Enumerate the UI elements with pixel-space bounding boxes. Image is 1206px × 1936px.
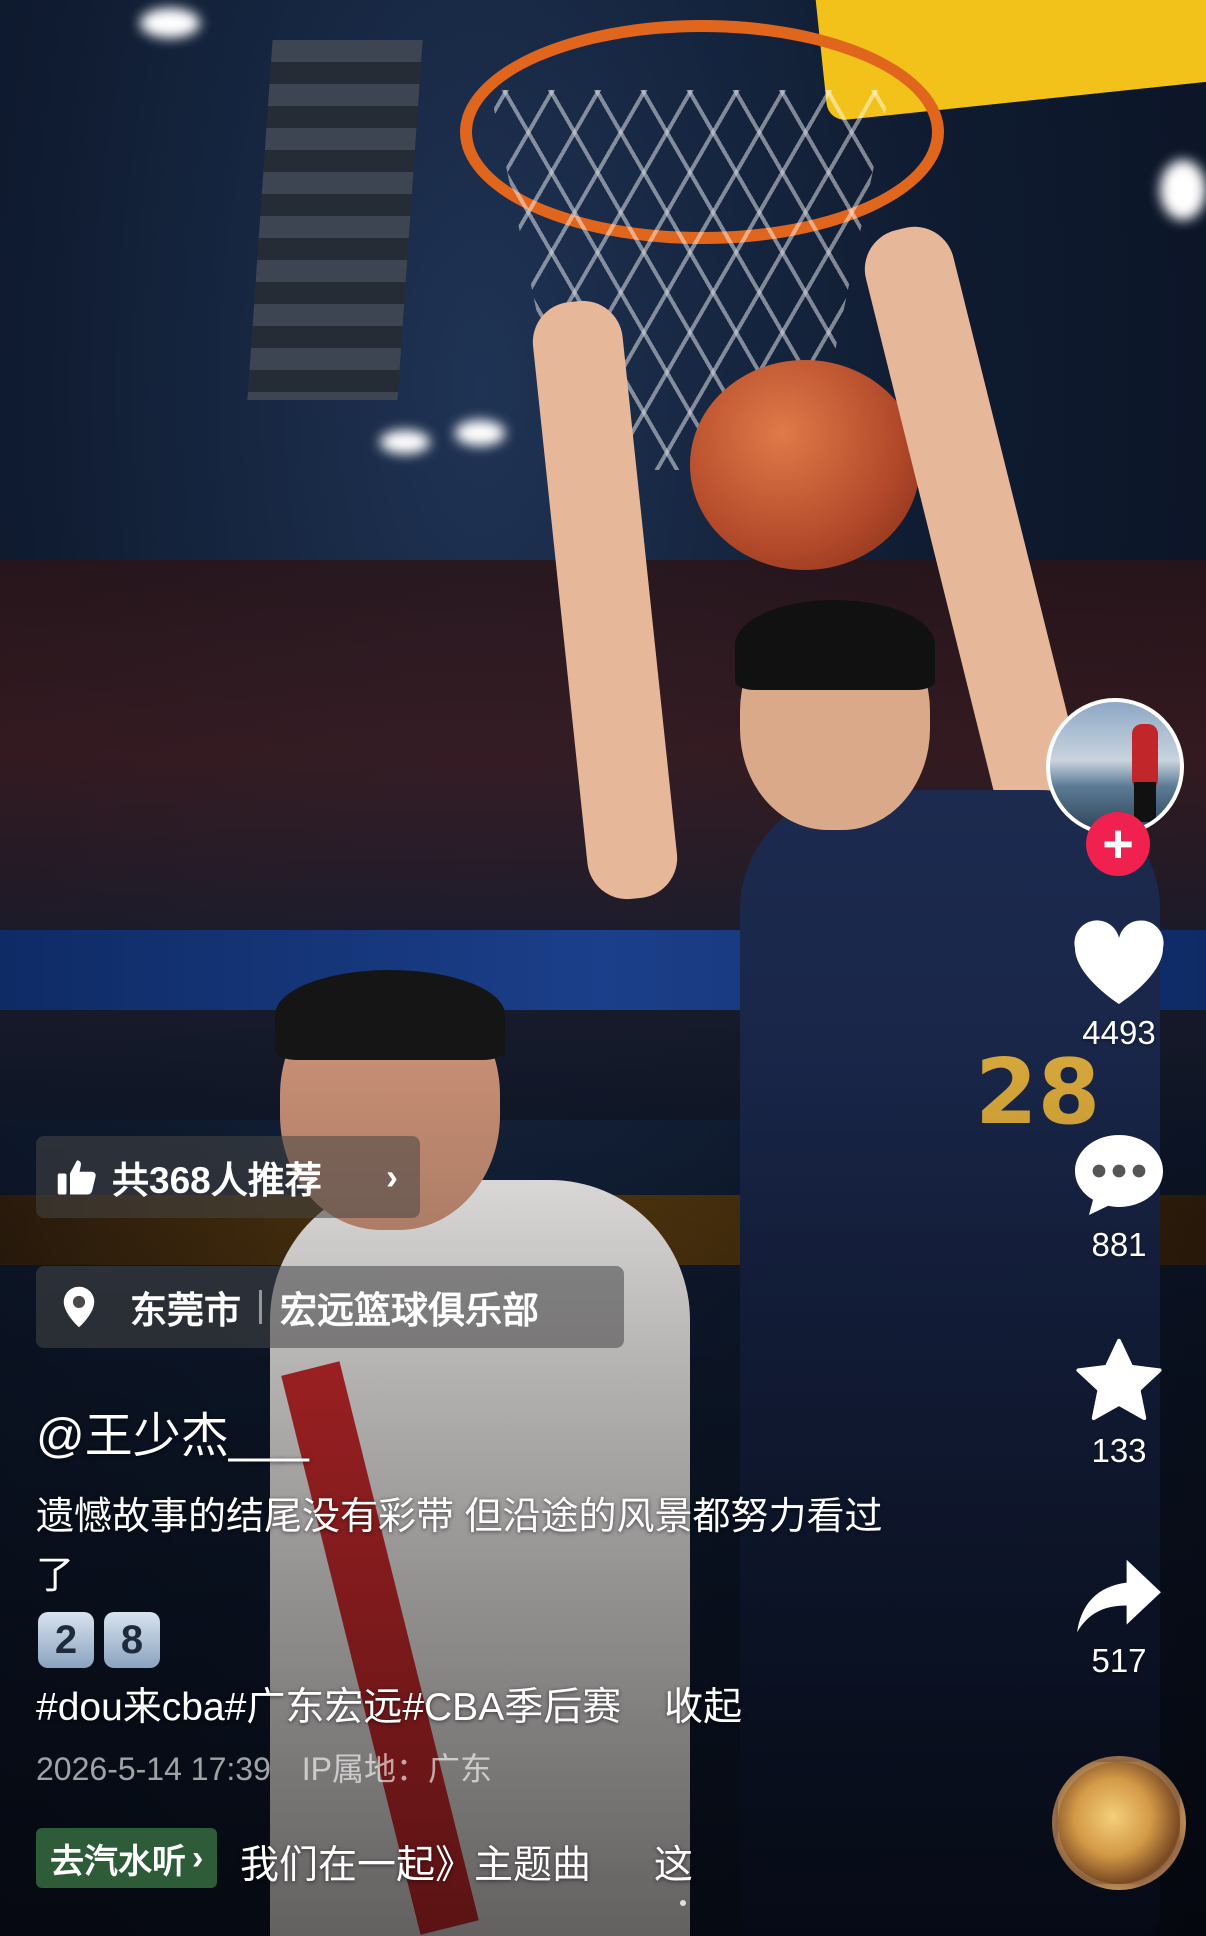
recommend-label: 共368人推荐 (112, 1160, 322, 1201)
share-arrow-icon (1077, 1559, 1161, 1633)
location-place: 宏远篮球俱乐部 (280, 1290, 539, 1331)
comment-button[interactable]: 881 (1060, 1130, 1178, 1264)
arena-speaker (247, 40, 423, 400)
favorite-button[interactable]: 133 (1060, 1336, 1178, 1470)
location-divider (259, 1290, 262, 1324)
heart-icon (1074, 920, 1164, 1004)
avatar-figure-legs (1134, 782, 1156, 822)
arena-light (140, 8, 200, 38)
hashtag-line: #dou来cba#广东宏远#CBA季后赛 收起 (36, 1676, 742, 1732)
comment-icon (1075, 1135, 1163, 1215)
caption-emoji: 2 8 (38, 1612, 160, 1668)
location-city: 东莞市 (130, 1290, 241, 1331)
comment-count: 881 (1091, 1226, 1147, 1263)
basketball (690, 360, 920, 570)
chevron-right-icon: › (386, 1156, 398, 1197)
author-username[interactable]: @王少杰___ (36, 1396, 309, 1466)
collapse-button[interactable]: 收起 (664, 1686, 742, 1729)
music-disc[interactable] (1052, 1756, 1186, 1890)
open-in-qishui-button[interactable]: 去汽水听 › (36, 1828, 218, 1888)
keycap-digit: 2 (38, 1612, 94, 1668)
thumbs-up-icon (57, 1160, 96, 1195)
star-icon (1076, 1338, 1162, 1421)
music-title: 我们在一起》主题曲 (240, 1844, 592, 1887)
ip-location: IP属地：广东 (301, 1751, 492, 1787)
chevron-right-icon: › (192, 1838, 204, 1877)
hashtags[interactable]: #dou来cba#广东宏远#CBA季后赛 (36, 1686, 621, 1729)
plus-icon: + (1102, 814, 1134, 874)
progress-indicator (680, 1900, 686, 1906)
share-count: 517 (1091, 1642, 1147, 1679)
favorite-count: 133 (1091, 1432, 1147, 1469)
share-button[interactable]: 517 (1060, 1556, 1178, 1680)
arena-light (380, 430, 430, 454)
follow-button[interactable]: + (1086, 812, 1150, 876)
avatar-figure (1132, 724, 1158, 790)
music-extra: 这 (653, 1844, 693, 1887)
recommend-bar[interactable]: 共368人推荐 › (36, 1136, 420, 1218)
location-bar[interactable]: 东莞市 宏远篮球俱乐部 (36, 1266, 624, 1348)
video-caption: 遗憾故事的结尾没有彩带 但沿途的风景都努力看过了 (36, 1496, 883, 1597)
music-marquee[interactable]: 我们在一起》主题曲 这 (240, 1834, 693, 1890)
post-datetime: 2026-5-14 17:39 (36, 1751, 271, 1787)
keycap-digit: 8 (104, 1612, 160, 1668)
player-hair (735, 600, 935, 690)
music-button-label: 去汽水听 (50, 1842, 186, 1881)
like-count: 4493 (1082, 1014, 1156, 1051)
location-pin-icon (63, 1286, 95, 1328)
video-frame[interactable]: 28 (0, 0, 1206, 1936)
post-meta: 2026-5-14 17:39 IP属地：广东 (36, 1744, 492, 1790)
arena-light (455, 420, 505, 446)
arena-light (1160, 160, 1206, 220)
like-button[interactable]: 4493 (1060, 920, 1178, 1052)
